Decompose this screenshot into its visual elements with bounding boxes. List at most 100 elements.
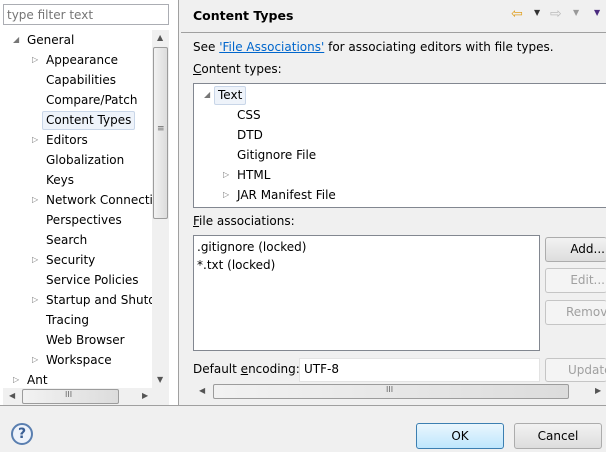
tree-item-label: Search — [46, 233, 88, 247]
scroll-up-icon[interactable]: ▲ — [157, 33, 163, 42]
tree-vertical-scrollbar[interactable]: ▲ ≡ ▼ — [152, 30, 169, 388]
add-button[interactable]: Add... — [545, 237, 606, 262]
tree-item-label: Capabilities — [46, 73, 116, 87]
expand-icon[interactable]: ▷ — [223, 185, 229, 205]
tree-item[interactable]: Search — [3, 230, 152, 250]
filter-input[interactable] — [3, 4, 169, 25]
tree-item-label: Tracing — [46, 313, 90, 327]
preference-nav-panel: ◢ General ▷ Appearance Capabilities Compare/P… — [0, 0, 178, 405]
tree-item[interactable]: ▷ Ant — [3, 370, 152, 388]
tree-item[interactable]: ◢ General — [3, 30, 152, 50]
tree-item[interactable]: ◢ Text — [194, 85, 606, 105]
back-dropdown-icon[interactable]: ▼ — [534, 8, 540, 17]
tree-item[interactable]: ▷ JAR Manifest File — [194, 185, 606, 205]
tree-item-label: Web Browser — [46, 333, 125, 347]
scroll-right-icon[interactable]: ▶ — [142, 391, 148, 400]
expand-icon[interactable]: ▷ — [32, 50, 38, 70]
tree-item-label: Text — [214, 86, 247, 105]
scroll-thumb[interactable]: ≡ — [153, 47, 168, 219]
content-types-tree[interactable]: ◢ Text CSS DTD Gitignore File ▷ HTML ▷ JAR Manif… — [193, 83, 606, 208]
tree-item-label: Perspectives — [46, 213, 122, 227]
scroll-left-icon[interactable]: ◀ — [199, 386, 205, 395]
tree-item[interactable]: Globalization — [3, 150, 152, 170]
tree-item-label: DTD — [237, 128, 263, 142]
forward-dropdown-icon[interactable]: ▼ — [573, 8, 579, 17]
content-types-page: Content Types ⇦ ▼ ⇨ ▼ ▼ See 'File Associ… — [181, 0, 606, 405]
tree-item[interactable]: CSS — [194, 105, 606, 125]
tree-item[interactable]: ▷ Workspace — [3, 350, 152, 370]
list-item[interactable]: *.txt (locked) — [197, 256, 536, 274]
tree-item-label: Editors — [46, 133, 88, 147]
scroll-left-icon[interactable]: ◀ — [9, 391, 15, 400]
tree-item[interactable]: ▷ Security — [3, 250, 152, 270]
tree-item-label: HTML — [237, 168, 271, 182]
tree-item[interactable]: ▷ Startup and Shutdown — [3, 290, 152, 310]
tree-item[interactable]: Keys — [3, 170, 152, 190]
tree-item[interactable]: Gitignore File — [194, 145, 606, 165]
encoding-input[interactable]: UTF-8 — [299, 358, 540, 382]
tree-item[interactable]: ▷ HTML — [194, 165, 606, 185]
tree-item[interactable]: Compare/Patch — [3, 90, 152, 110]
tree-item[interactable]: ▷ Network Connections — [3, 190, 152, 210]
scroll-right-icon[interactable]: ▶ — [595, 386, 601, 395]
file-associations-list[interactable]: .gitignore (locked) *.txt (locked) — [193, 235, 540, 351]
expand-icon[interactable]: ▷ — [32, 290, 38, 310]
tree-item-label: Security — [46, 253, 96, 267]
tree-item[interactable]: Web Browser — [3, 330, 152, 350]
tree-item[interactable]: DTD — [194, 125, 606, 145]
tree-item-label: Service Policies — [46, 273, 139, 287]
encoding-label: Default encoding: — [193, 362, 300, 376]
desc-text: See — [193, 40, 220, 54]
preference-tree: ◢ General ▷ Appearance Capabilities Compare/P… — [3, 30, 152, 388]
page-horizontal-scrollbar[interactable]: ◀ III ▶ — [193, 383, 606, 400]
tree-item-label: Gitignore File — [237, 148, 317, 162]
tree-item[interactable]: ▷ Editors — [3, 130, 152, 150]
tree-item-label: Appearance — [46, 53, 119, 67]
edit-button[interactable]: Edit... — [545, 268, 606, 293]
view-menu-icon[interactable]: ▼ — [594, 8, 600, 17]
ok-button[interactable]: OK — [416, 423, 504, 449]
tree-item-label: CSS — [237, 108, 261, 122]
tree-item[interactable]: Capabilities — [3, 70, 152, 90]
scroll-down-icon[interactable]: ▼ — [157, 375, 163, 384]
expand-icon[interactable]: ▷ — [223, 165, 229, 185]
tree-item-label: Compare/Patch — [46, 93, 138, 107]
expand-icon[interactable]: ▷ — [13, 370, 19, 388]
tree-item-label: Startup and Shutdown — [46, 293, 152, 307]
list-item[interactable]: .gitignore (locked) — [197, 238, 536, 256]
expand-icon[interactable]: ▷ — [32, 190, 38, 210]
file-associations-label: File associations: — [193, 214, 295, 228]
tree-item-label: JAR Manifest File — [237, 188, 336, 202]
cancel-button[interactable]: Cancel — [514, 423, 602, 449]
tree-item-label: Globalization — [46, 153, 125, 167]
arrow-right-icon[interactable]: ⇨ — [550, 6, 562, 22]
file-associations-link[interactable]: 'File Associations' — [219, 40, 324, 54]
expand-icon[interactable]: ▷ — [32, 130, 38, 150]
footer-divider — [0, 405, 606, 406]
scroll-thumb[interactable]: III — [213, 384, 569, 399]
help-icon[interactable]: ? — [11, 423, 33, 445]
update-button[interactable]: Update — [545, 358, 606, 382]
expand-icon[interactable]: ▷ — [32, 250, 38, 270]
page-title: Content Types — [193, 8, 294, 23]
arrow-left-icon[interactable]: ⇦ — [511, 6, 523, 22]
collapse-icon[interactable]: ◢ — [204, 85, 210, 105]
title-divider — [181, 32, 606, 33]
remove-button[interactable]: Remove — [545, 300, 606, 325]
desc-text: for associating editors with file types. — [324, 40, 554, 54]
tree-item[interactable]: Tracing — [3, 310, 152, 330]
tree-item[interactable]: Service Policies — [3, 270, 152, 290]
tree-item-label: Workspace — [46, 353, 112, 367]
tree-item[interactable]: Perspectives — [3, 210, 152, 230]
scroll-thumb[interactable]: III — [22, 389, 119, 404]
tree-item-label: General — [27, 33, 75, 47]
tree-item[interactable]: Content Types — [3, 110, 152, 130]
collapse-icon[interactable]: ◢ — [13, 30, 19, 50]
tree-item-label: Network Connections — [46, 193, 152, 207]
description: See 'File Associations' for associating … — [193, 40, 554, 54]
tree-item-label: Content Types — [42, 111, 136, 130]
tree-item[interactable]: ▷ Appearance — [3, 50, 152, 70]
tree-item-label: Ant — [27, 373, 48, 387]
tree-horizontal-scrollbar[interactable]: ◀ III ▶ — [3, 388, 169, 405]
expand-icon[interactable]: ▷ — [32, 350, 38, 370]
